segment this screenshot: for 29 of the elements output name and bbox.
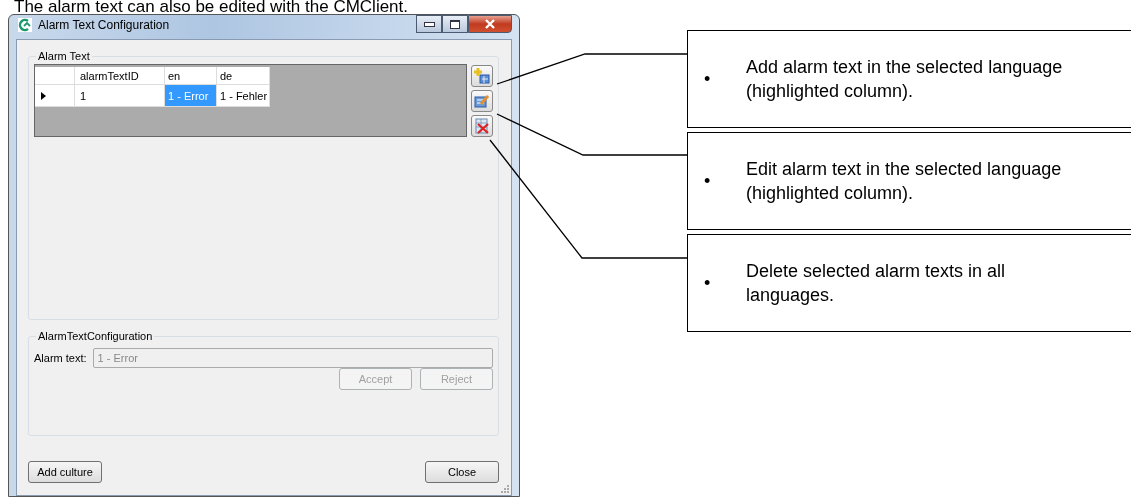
edit-button[interactable] <box>471 90 493 112</box>
close-dialog-button[interactable]: Close <box>425 461 499 483</box>
close-button[interactable] <box>468 15 512 33</box>
bullet-mark: • <box>703 272 712 295</box>
window-title: Alarm Text Configuration <box>38 18 170 32</box>
bullet-mark: • <box>703 68 712 91</box>
row-header-cell[interactable] <box>35 85 75 107</box>
app-icon <box>18 18 32 32</box>
table-cell[interactable]: 1 - Fehler <box>217 85 270 107</box>
close-icon <box>484 19 496 29</box>
field-label: Alarm text: <box>34 352 87 364</box>
heading-text: The alarm text can also be edited with the CMClient. <box>13 0 410 14</box>
row-header-cell <box>35 67 75 85</box>
column-header[interactable]: alarmTextID <box>75 67 165 85</box>
group-title: Alarm Text <box>37 50 91 62</box>
bullet-mark: • <box>703 170 712 193</box>
delete-button[interactable] <box>471 115 493 137</box>
group-title: AlarmTextConfiguration <box>37 330 154 342</box>
resize-grip-icon <box>500 484 509 493</box>
add-row-button[interactable] <box>471 65 493 87</box>
maximize-button[interactable] <box>442 15 468 33</box>
callout-text: Delete selected alarm texts in all languages. <box>746 260 1007 307</box>
callout-text: Add alarm text in the selected language (highlighted column). <box>746 56 1064 103</box>
add-culture-button[interactable]: Add culture <box>28 461 102 483</box>
column-header[interactable]: en <box>165 67 217 85</box>
callout-text: Edit alarm text in the selected language (highlighted column). <box>746 158 1063 205</box>
column-header[interactable]: de <box>217 67 270 85</box>
table-cell[interactable]: 1 <box>75 85 165 107</box>
minimize-button[interactable] <box>416 15 442 33</box>
